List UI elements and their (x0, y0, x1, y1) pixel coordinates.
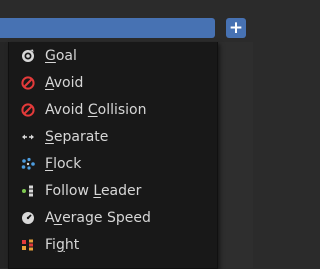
follow-leader-icon (21, 184, 35, 198)
menu-item-flock[interactable]: Flock (9, 152, 217, 176)
fight-icon (21, 238, 35, 252)
menu-item-avoid[interactable]: Avoid (9, 71, 217, 95)
scrollbar-track (216, 42, 253, 268)
menu-item-goal[interactable]: Goal (9, 44, 217, 68)
flock-icon (21, 157, 35, 171)
rule-type-menu: Goal Avoid Avoid Collision Separate Floc… (8, 42, 218, 269)
name-field[interactable] (0, 18, 215, 38)
avoid-icon (21, 76, 35, 90)
menu-item-label: Follow Leader (45, 183, 142, 199)
average-speed-icon (21, 211, 35, 225)
menu-item-label: Goal (45, 48, 77, 64)
menu-item-fight[interactable]: Fight (9, 233, 217, 257)
goal-icon (21, 49, 35, 63)
menu-item-label: Separate (45, 129, 109, 145)
menu-item-label: Avoid Collision (45, 102, 147, 118)
menu-item-label: Avoid (45, 75, 84, 91)
separate-icon (21, 130, 35, 144)
menu-item-separate[interactable]: Separate (9, 125, 217, 149)
menu-item-label: Fight (45, 237, 80, 253)
menu-item-label: Average Speed (45, 210, 151, 226)
avoid-collision-icon (21, 103, 35, 117)
add-button[interactable]: + (226, 18, 246, 38)
menu-item-average-speed[interactable]: Average Speed (9, 206, 217, 230)
menu-item-label: Flock (45, 156, 82, 172)
menu-item-follow-leader[interactable]: Follow Leader (9, 179, 217, 203)
menu-item-avoid-collision[interactable]: Avoid Collision (9, 98, 217, 122)
